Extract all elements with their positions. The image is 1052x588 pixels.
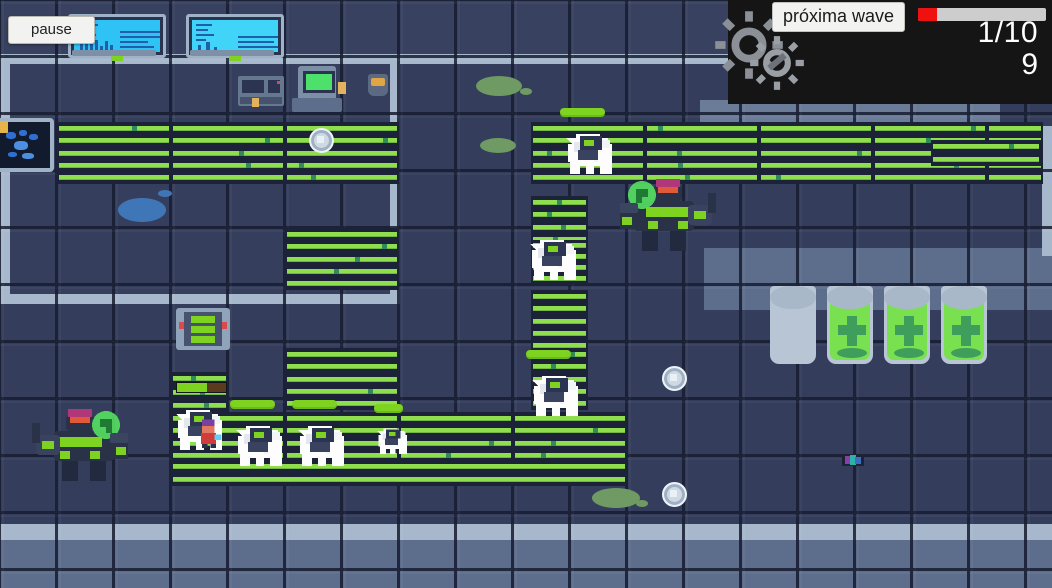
game-screen: próxima wave 1/10 9 pause — [0, 0, 1052, 588]
gear-icon — [746, 32, 808, 99]
gorilla-enemy[interactable] — [290, 414, 358, 474]
computer-terminal[interactable] — [298, 66, 336, 100]
lives-counter: 9 — [1021, 48, 1038, 82]
wave-counter: 1/10 — [978, 16, 1038, 50]
vial-liquid — [887, 304, 927, 360]
lane-stripe-block — [531, 290, 588, 352]
vial-cap — [884, 286, 930, 309]
waste-bin[interactable] — [368, 74, 388, 96]
bottom-corridor-grid — [0, 540, 1052, 588]
floor-drain[interactable] — [662, 366, 687, 391]
specimen-vial-filled[interactable] — [941, 286, 987, 364]
monitor-tag — [0, 121, 8, 133]
moss-puddle — [476, 76, 522, 96]
vial-cap — [827, 286, 873, 309]
enemy-health-bar — [292, 400, 337, 409]
pause-button[interactable]: pause — [8, 16, 95, 44]
containment-door[interactable] — [176, 308, 230, 350]
specimen-vial-filled[interactable] — [827, 286, 873, 364]
lane-stripe-block — [171, 122, 285, 184]
enemy-health-bar — [560, 108, 605, 117]
side-monitor-dark[interactable] — [0, 118, 54, 172]
enemy-health-bar — [374, 404, 403, 413]
moss-puddle — [592, 488, 640, 508]
water-puddle — [118, 198, 166, 222]
gorilla-enemy-small[interactable] — [372, 418, 416, 462]
monitor-screen — [192, 20, 278, 52]
vial-cap — [941, 286, 987, 309]
vial-cap — [770, 286, 816, 309]
lane-stripe-block — [759, 122, 873, 184]
lab-desk[interactable] — [238, 76, 284, 106]
enemy-health-bar — [176, 382, 227, 393]
monitor-stand — [190, 50, 274, 56]
gorilla-enemy[interactable] — [558, 122, 626, 182]
enemy-health-bar — [526, 350, 571, 359]
medical-cross-icon — [952, 325, 980, 335]
lane-stripe-block — [57, 122, 171, 184]
moss-puddle-spot — [636, 500, 648, 507]
gorilla-enemy[interactable] — [524, 364, 592, 424]
ground-item-pickup[interactable] — [842, 452, 864, 473]
medical-cross-icon — [838, 325, 866, 335]
monitor-led — [111, 56, 123, 61]
gorilla-enemy[interactable] — [228, 414, 296, 474]
moss-puddle-spot — [520, 88, 532, 95]
water-puddle-splash — [158, 190, 172, 197]
medical-cross-icon — [895, 325, 923, 335]
terminal-screen — [303, 71, 335, 93]
specimen-vial-empty[interactable] — [770, 286, 816, 364]
monitor-stand — [72, 50, 156, 56]
floor-drain[interactable] — [309, 128, 334, 153]
wave-progress-fill — [918, 8, 937, 21]
vial-sediment — [837, 348, 867, 358]
monitor-led — [229, 56, 241, 61]
vial-liquid — [830, 304, 870, 360]
next-wave-label: próxima wave — [772, 2, 905, 32]
enemy-health-bar — [230, 400, 275, 409]
hud-panel: próxima wave 1/10 9 — [728, 0, 1052, 104]
terminal-sticky-note — [338, 82, 346, 94]
specimen-vial-filled[interactable] — [884, 286, 930, 364]
player-mech-right[interactable] — [618, 168, 718, 254]
gorilla-enemy[interactable] — [522, 228, 590, 288]
lane-stripe-block — [931, 140, 1041, 166]
vial-sediment — [894, 348, 924, 358]
survivor-npc[interactable] — [196, 418, 222, 448]
player-mech-left[interactable] — [30, 398, 130, 484]
vial-sediment — [951, 348, 981, 358]
vial-liquid — [944, 304, 984, 360]
lane-stripe-block — [285, 122, 399, 184]
floor-drain[interactable] — [662, 482, 687, 507]
moss-puddle — [480, 138, 516, 153]
terminal-base — [292, 98, 342, 112]
lane-stripe-block — [285, 228, 399, 290]
